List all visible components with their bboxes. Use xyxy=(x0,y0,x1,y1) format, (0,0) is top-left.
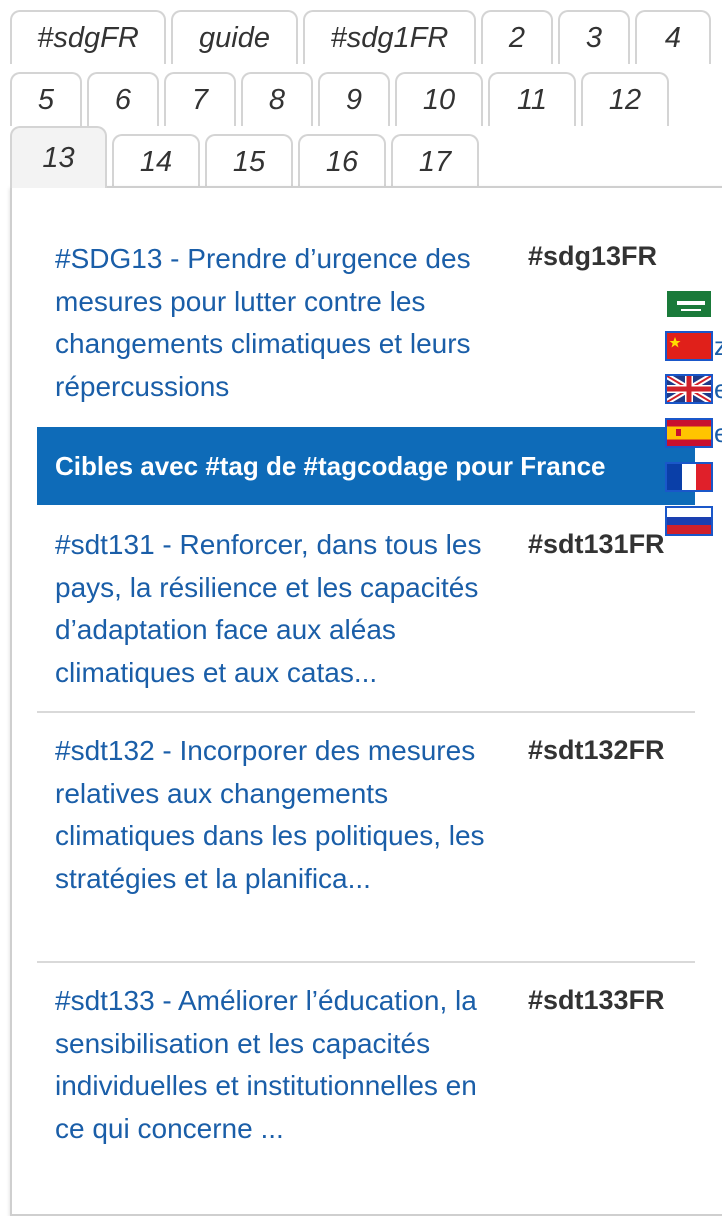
tab-sdg1fr[interactable]: #sdg1FR xyxy=(303,10,476,64)
spain-flag-icon xyxy=(667,420,711,446)
tab-7[interactable]: 7 xyxy=(164,72,236,126)
language-chinese[interactable] xyxy=(665,331,713,361)
tab-15[interactable]: 15 xyxy=(205,134,293,188)
goal-tag: #sdg13FR xyxy=(528,241,658,271)
language-english[interactable] xyxy=(665,374,713,404)
tab-5[interactable]: 5 xyxy=(10,72,82,126)
tab-16[interactable]: 16 xyxy=(298,134,386,188)
language-arabic[interactable] xyxy=(665,289,713,319)
russia-flag-icon xyxy=(667,508,711,534)
tab-17[interactable]: 17 xyxy=(391,134,479,188)
targets-header: Cibles avec #tag de #tagcodage pour Fran… xyxy=(37,427,695,505)
target-tag-133: #sdt133FR xyxy=(528,985,665,1015)
goal-link[interactable]: #SDG13 - Prendre d’urgence des mesures p… xyxy=(55,238,505,408)
row-divider xyxy=(37,961,695,963)
tab-11[interactable]: 11 xyxy=(488,72,576,126)
language-spanish[interactable] xyxy=(665,418,713,448)
target-link-132[interactable]: #sdt132 - Incorporer des mesures relativ… xyxy=(55,730,505,900)
tab-10[interactable]: 10 xyxy=(395,72,483,126)
row-divider xyxy=(37,711,695,713)
tab-9[interactable]: 9 xyxy=(318,72,390,126)
saudi-arabia-flag-icon xyxy=(667,291,711,317)
target-link-131[interactable]: #sdt131 - Renforcer, dans tous les pays,… xyxy=(55,524,505,694)
tab-14[interactable]: 14 xyxy=(112,134,200,188)
tab-2[interactable]: 2 xyxy=(481,10,553,64)
tab-13[interactable]: 13 xyxy=(10,126,107,188)
tab-3[interactable]: 3 xyxy=(558,10,630,64)
language-french[interactable] xyxy=(665,462,713,492)
china-flag-icon xyxy=(667,333,711,359)
language-code-spanish[interactable]: e xyxy=(714,418,722,449)
language-code-chinese[interactable]: z xyxy=(714,331,722,362)
target-link-133[interactable]: #sdt133 - Améliorer l’éducation, la sens… xyxy=(55,980,505,1150)
france-flag-icon xyxy=(667,464,711,490)
tab-4[interactable]: 4 xyxy=(635,10,711,64)
tab-12[interactable]: 12 xyxy=(581,72,669,126)
language-russian[interactable] xyxy=(665,506,713,536)
target-tag-132: #sdt132FR xyxy=(528,735,665,765)
uk-flag-icon xyxy=(667,376,711,402)
target-tag-131: #sdt131FR xyxy=(528,529,665,559)
tab-guide[interactable]: guide xyxy=(171,10,298,64)
tab-6[interactable]: 6 xyxy=(87,72,159,126)
language-code-english[interactable]: e xyxy=(714,374,722,405)
tab-sdgfr[interactable]: #sdgFR xyxy=(10,10,166,64)
tab-8[interactable]: 8 xyxy=(241,72,313,126)
